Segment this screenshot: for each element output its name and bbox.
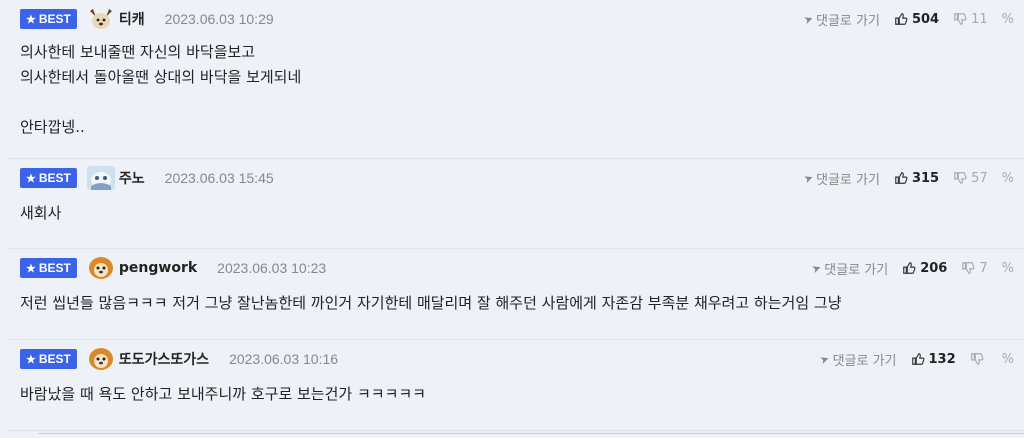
link-share-icon[interactable]: %	[1002, 12, 1014, 27]
dislike-button[interactable]: 57	[953, 171, 988, 186]
best-badge: ★ BEST	[20, 258, 77, 278]
thumbs-up-icon	[911, 353, 924, 365]
dislike-count: 7	[979, 260, 988, 276]
comment-body: 의사한테 보내줄땐 자신의 바닥을보고 의사한테서 돌아올땐 상대의 바닥을 보…	[20, 43, 302, 136]
comment-meta: ★ BEST 주노 2023.06.03 15:45	[20, 165, 274, 191]
like-count: 132	[928, 351, 956, 367]
dislike-button[interactable]: 7	[961, 260, 988, 276]
comment-actions: ➤ 댓글로 가기 206 7 %	[810, 255, 1014, 281]
like-button[interactable]: 504	[894, 12, 939, 27]
thumbs-down-icon	[970, 353, 984, 365]
go-to-reply-label: 댓글로 가기	[832, 353, 897, 369]
best-badge-label: BEST	[38, 12, 71, 26]
dislike-count: 57	[971, 170, 988, 186]
go-to-reply-link[interactable]: ➤ 댓글로 가기	[801, 10, 880, 29]
comment-date: 2023.06.03 10:16	[229, 351, 339, 367]
comment-list: ★ BEST 티캐 2023.06.03 10:29 ➤ 댓글로 가기 504 …	[8, 0, 1024, 431]
best-badge: ★ BEST	[20, 168, 77, 188]
comment-body: 바람났을 때 욕도 안하고 보내주니까 호구로 보는건가 ㅋㅋㅋㅋㅋ	[20, 385, 426, 403]
comment-item: ★ BEST 또도가스또가스 2023.06.03 10:16 ➤ 댓글로 가기	[8, 340, 1024, 431]
go-to-reply-link[interactable]: ➤ 댓글로 가기	[818, 350, 897, 369]
dislike-count: 11	[971, 11, 988, 27]
send-arrow-icon: ➤	[818, 351, 832, 367]
best-badge: ★ BEST	[20, 349, 77, 369]
send-arrow-icon: ➤	[801, 170, 815, 186]
dislike-button[interactable]	[970, 352, 988, 366]
avatar[interactable]	[87, 347, 115, 371]
star-icon: ★	[26, 353, 36, 366]
like-button[interactable]: 206	[902, 261, 947, 276]
comment-date: 2023.06.03 10:23	[217, 260, 327, 276]
star-icon: ★	[26, 262, 36, 275]
link-share-icon[interactable]: %	[1002, 171, 1014, 186]
star-icon: ★	[26, 13, 36, 26]
comment-actions: ➤ 댓글로 가기 132 %	[818, 346, 1014, 372]
nickname[interactable]: 주노	[119, 168, 145, 188]
best-badge-label: BEST	[38, 171, 71, 185]
nickname[interactable]: 또도가스또가스	[119, 349, 209, 369]
comment-meta: ★ BEST 또도가스또가스 2023.06.03 10:16	[20, 346, 338, 372]
comment-body: 새회사	[20, 204, 62, 222]
nickname[interactable]: pengwork	[119, 260, 197, 276]
best-badge-label: BEST	[38, 261, 71, 275]
comment-item: ★ BEST 티캐 2023.06.03 10:29 ➤ 댓글로 가기 504 …	[8, 0, 1024, 159]
go-to-reply-label: 댓글로 가기	[816, 13, 880, 29]
comment-body: 저런 씹년들 많음ㅋㅋㅋ 저거 그냥 잘난놈한테 까인거 자기한테 매달리며 잘…	[20, 294, 842, 312]
divider	[38, 433, 1024, 434]
thumbs-up-icon	[895, 13, 908, 25]
comment-meta: ★ BEST 티캐 2023.06.03 10:29	[20, 6, 274, 32]
go-to-reply-label: 댓글로 가기	[816, 172, 880, 188]
thumbs-down-icon	[954, 172, 967, 184]
send-arrow-icon: ➤	[810, 260, 824, 276]
like-button[interactable]: 132	[911, 352, 956, 367]
comment-meta: ★ BEST pengwork 2023.06.03 10:23	[20, 255, 326, 281]
nickname[interactable]: 티캐	[119, 9, 145, 29]
best-badge: ★ BEST	[20, 9, 77, 29]
comment-date: 2023.06.03 15:45	[164, 170, 274, 186]
thumbs-down-icon	[954, 13, 967, 25]
link-share-icon[interactable]: %	[1002, 261, 1014, 276]
avatar[interactable]	[87, 256, 115, 280]
like-count: 504	[911, 11, 940, 27]
thumbs-up-icon	[895, 172, 908, 184]
comment-date: 2023.06.03 10:29	[164, 11, 274, 27]
dislike-button[interactable]: 11	[953, 12, 988, 27]
comment-item: ★ BEST 주노 2023.06.03 15:45 ➤ 댓글로 가기 315 …	[8, 159, 1024, 249]
thumbs-down-icon	[962, 262, 975, 274]
like-button[interactable]: 315	[894, 171, 939, 186]
comment-item: ★ BEST pengwork 2023.06.03 10:23 ➤ 댓글로 가…	[8, 249, 1024, 340]
comment-actions: ➤ 댓글로 가기 504 11 %	[801, 6, 1014, 32]
like-count: 315	[911, 170, 940, 186]
avatar[interactable]	[87, 7, 115, 31]
go-to-reply-link[interactable]: ➤ 댓글로 가기	[801, 169, 880, 188]
like-count: 206	[920, 260, 948, 276]
avatar[interactable]	[86, 166, 115, 190]
link-share-icon[interactable]: %	[1002, 352, 1014, 367]
comment-actions: ➤ 댓글로 가기 315 57 %	[801, 165, 1014, 191]
thumbs-up-icon	[903, 262, 916, 274]
go-to-reply-label: 댓글로 가기	[824, 262, 889, 278]
go-to-reply-link[interactable]: ➤ 댓글로 가기	[810, 259, 889, 278]
send-arrow-icon: ➤	[801, 11, 815, 27]
best-badge-label: BEST	[38, 352, 71, 366]
star-icon: ★	[26, 172, 36, 185]
